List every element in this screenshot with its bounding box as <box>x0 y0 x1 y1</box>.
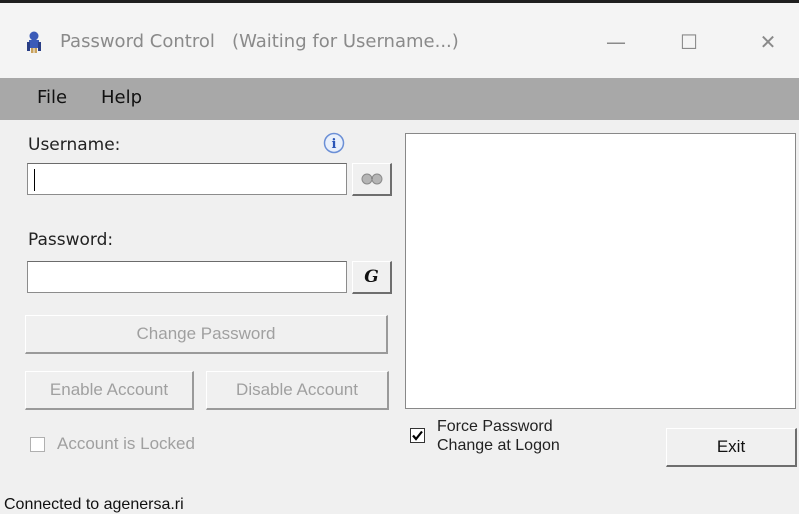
account-locked-label: Account is Locked <box>57 434 195 453</box>
lookup-button[interactable] <box>352 163 392 196</box>
log-listbox[interactable] <box>405 133 796 409</box>
maximize-icon: ☐ <box>680 30 698 54</box>
window-title-name: Password Control <box>60 31 215 52</box>
title-bar: Password Control (Waiting for Username..… <box>0 0 799 78</box>
menu-help[interactable]: Help <box>101 87 142 108</box>
exit-button[interactable]: Exit <box>666 428 797 467</box>
force-change-line1: Force Password <box>437 418 553 435</box>
glasses-icon <box>361 173 382 185</box>
account-locked-checkbox[interactable] <box>30 437 45 452</box>
window-title: Password Control (Waiting for Username..… <box>60 31 459 52</box>
minimize-icon: — <box>606 30 626 54</box>
generate-icon: G <box>364 267 379 287</box>
force-change-checkbox[interactable] <box>410 428 425 443</box>
close-button[interactable]: ✕ <box>748 25 788 59</box>
maximize-button[interactable]: ☐ <box>669 25 709 59</box>
password-input[interactable] <box>27 261 347 293</box>
window-title-status: (Waiting for Username...) <box>232 31 459 52</box>
force-change-label: Force Password Change at Logon <box>437 417 560 455</box>
close-icon: ✕ <box>759 30 777 54</box>
username-label: Username: <box>28 135 121 155</box>
text-caret <box>34 169 35 191</box>
checkmark-icon <box>412 430 423 441</box>
menu-file[interactable]: File <box>37 87 67 108</box>
app-icon <box>27 31 41 53</box>
info-icon[interactable]: i <box>323 132 345 154</box>
change-password-button[interactable]: Change Password <box>25 315 388 354</box>
generate-password-button[interactable]: G <box>352 261 392 294</box>
enable-account-button[interactable]: Enable Account <box>25 371 194 410</box>
minimize-button[interactable]: — <box>596 25 636 59</box>
svg-text:i: i <box>332 137 337 152</box>
status-text: Connected to agenersa.ri <box>4 496 184 513</box>
password-label: Password: <box>28 230 114 250</box>
force-change-line2: Change at Logon <box>437 437 560 454</box>
disable-account-button[interactable]: Disable Account <box>206 371 389 410</box>
username-input[interactable] <box>27 163 347 195</box>
menu-bar: File Help <box>0 78 799 120</box>
